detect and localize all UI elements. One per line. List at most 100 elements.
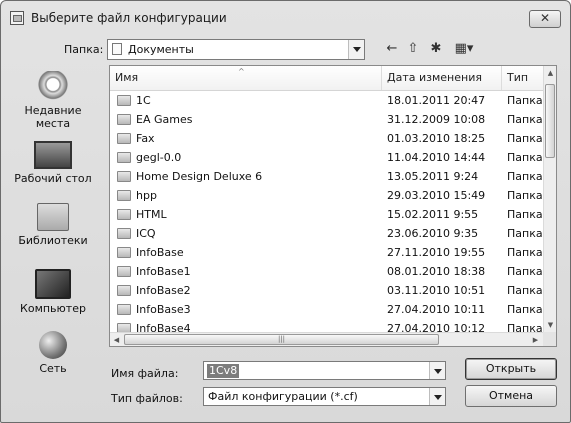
place-label: Рабочий стол — [14, 172, 92, 185]
place-network[interactable]: Сеть — [9, 331, 97, 375]
file-rows: 1C 18.01.2011 20:47 Папка EA Games 31.12.200… — [110, 91, 543, 338]
file-list[interactable]: Имя ^ Дата изменения Тип 1C 18.01.2011 20… — [109, 65, 557, 347]
up-folder-icon[interactable]: ⇧ — [405, 41, 421, 57]
file-name: InfoBase1 — [136, 265, 191, 278]
desktop-icon — [34, 141, 72, 169]
file-date: 15.02.2011 9:55 — [387, 208, 479, 221]
chevron-down-icon[interactable] — [348, 40, 364, 59]
file-name: ICQ — [136, 227, 156, 240]
column-header-type[interactable]: Тип — [502, 66, 543, 90]
file-date: 01.03.2010 18:25 — [387, 132, 486, 145]
folder-label: Папка: — [64, 43, 104, 56]
file-date: 03.11.2010 10:51 — [387, 284, 486, 297]
libraries-icon — [37, 203, 69, 231]
filename-input[interactable]: 1Cv8 — [207, 364, 240, 378]
file-date: 18.01.2011 20:47 — [387, 94, 486, 107]
file-type: Папка — [507, 227, 543, 240]
close-button[interactable]: ✕ — [529, 10, 561, 28]
new-folder-icon[interactable]: ✱ — [427, 41, 445, 57]
folder-value: Документы — [128, 43, 194, 56]
file-type: Папка — [507, 132, 543, 145]
scroll-right-icon[interactable]: ▶ — [529, 333, 542, 346]
file-name: InfoBase3 — [136, 303, 191, 316]
folder-combobox[interactable]: Документы — [107, 39, 365, 60]
scroll-up-icon[interactable]: ▲ — [544, 66, 556, 80]
file-type: Папка — [507, 189, 543, 202]
filename-combobox[interactable]: 1Cv8 — [203, 361, 446, 380]
horizontal-scroll-thumb[interactable]: ||| — [124, 334, 439, 345]
table-row[interactable]: gegl-0.0 11.04.2010 14:44 Папка — [110, 148, 543, 167]
table-row[interactable]: ICQ 23.06.2010 9:35 Папка — [110, 224, 543, 243]
column-header-name[interactable]: Имя — [110, 66, 382, 90]
folder-icon — [117, 114, 131, 125]
table-row[interactable]: InfoBase1 08.01.2010 18:38 Папка — [110, 262, 543, 281]
view-menu-icon[interactable]: ▦▾ — [451, 41, 477, 57]
table-row[interactable]: EA Games 31.12.2009 10:08 Папка — [110, 110, 543, 129]
table-row[interactable]: 1C 18.01.2011 20:47 Папка — [110, 91, 543, 110]
file-type: Папка — [507, 170, 543, 183]
file-date: 27.04.2010 10:11 — [387, 303, 486, 316]
place-computer[interactable]: Компьютер — [9, 269, 97, 315]
file-name: InfoBase2 — [136, 284, 191, 297]
cancel-button[interactable]: Отмена — [465, 385, 557, 407]
table-row[interactable]: InfoBase3 27.04.2010 10:11 Папка — [110, 300, 543, 319]
file-date: 31.12.2009 10:08 — [387, 113, 486, 126]
file-type: Папка — [507, 284, 543, 297]
file-date: 29.03.2010 15:49 — [387, 189, 486, 202]
table-row[interactable]: HTML 15.02.2011 9:55 Папка — [110, 205, 543, 224]
table-row[interactable]: InfoBase 27.11.2010 19:55 Папка — [110, 243, 543, 262]
file-list-header: Имя ^ Дата изменения Тип — [110, 66, 543, 91]
folder-icon — [117, 247, 131, 258]
file-name: Fax — [136, 132, 155, 145]
table-row[interactable]: hpp 29.03.2010 15:49 Папка — [110, 186, 543, 205]
place-libraries[interactable]: Библиотеки — [9, 203, 97, 247]
place-desktop[interactable]: Рабочий стол — [9, 137, 97, 185]
vertical-scrollbar[interactable]: ▲ ▼ — [543, 66, 556, 332]
recent-places-icon — [37, 71, 69, 101]
scroll-left-icon[interactable]: ◀ — [110, 333, 123, 346]
file-date: 13.05.2011 9:24 — [387, 170, 479, 183]
file-name: EA Games — [136, 113, 193, 126]
network-icon — [39, 331, 67, 359]
file-open-dialog: Выберите файл конфигурации ✕ Папка: Доку… — [0, 0, 571, 423]
folder-icon — [117, 133, 131, 144]
file-type: Папка — [507, 113, 543, 126]
table-row[interactable]: Home Design Deluxe 6 13.05.2011 9:24 Папка — [110, 167, 543, 186]
file-name: Home Design Deluxe 6 — [136, 170, 263, 183]
file-type: Папка — [507, 94, 543, 107]
file-name: 1C — [136, 94, 151, 107]
column-header-date[interactable]: Дата изменения — [382, 66, 502, 90]
folder-icon — [117, 152, 131, 163]
sort-ascending-icon: ^ — [238, 67, 245, 76]
file-type: Папка — [507, 265, 543, 278]
file-date: 11.04.2010 14:44 — [387, 151, 486, 164]
file-name: gegl-0.0 — [136, 151, 182, 164]
places-bar: Недавние места Рабочий стол Библиотеки К… — [9, 63, 97, 383]
vertical-scroll-thumb[interactable] — [545, 84, 555, 158]
table-row[interactable]: Fax 01.03.2010 18:25 Папка — [110, 129, 543, 148]
folder-icon — [117, 190, 131, 201]
scroll-down-icon[interactable]: ▼ — [544, 318, 556, 332]
folder-icon — [117, 209, 131, 220]
place-label: Библиотеки — [18, 234, 88, 247]
folder-icon — [117, 266, 131, 277]
file-type: Папка — [507, 303, 543, 316]
chevron-down-icon[interactable] — [429, 362, 445, 379]
chevron-down-icon[interactable] — [429, 388, 445, 405]
file-date: 23.06.2010 9:35 — [387, 227, 479, 240]
folder-icon — [117, 228, 131, 239]
table-row[interactable]: InfoBase2 03.11.2010 10:51 Папка — [110, 281, 543, 300]
file-date: 27.11.2010 19:55 — [387, 246, 486, 259]
scrollbar-corner — [543, 332, 556, 346]
horizontal-scrollbar[interactable]: ◀ ||| ▶ — [110, 332, 543, 346]
filetype-value: Файл конфигурации (*.cf) — [208, 390, 358, 403]
open-button[interactable]: Открыть — [465, 358, 557, 380]
filetype-select[interactable]: Файл конфигурации (*.cf) — [203, 387, 446, 406]
place-recent[interactable]: Недавние места — [9, 71, 97, 130]
title-bar[interactable]: Выберите файл конфигурации ✕ — [1, 1, 570, 33]
dialog-app-icon — [10, 11, 24, 25]
file-type: Папка — [507, 208, 543, 221]
dialog-title: Выберите файл конфигурации — [31, 11, 227, 25]
back-icon[interactable]: ← — [385, 41, 399, 57]
file-name: HTML — [136, 208, 167, 221]
